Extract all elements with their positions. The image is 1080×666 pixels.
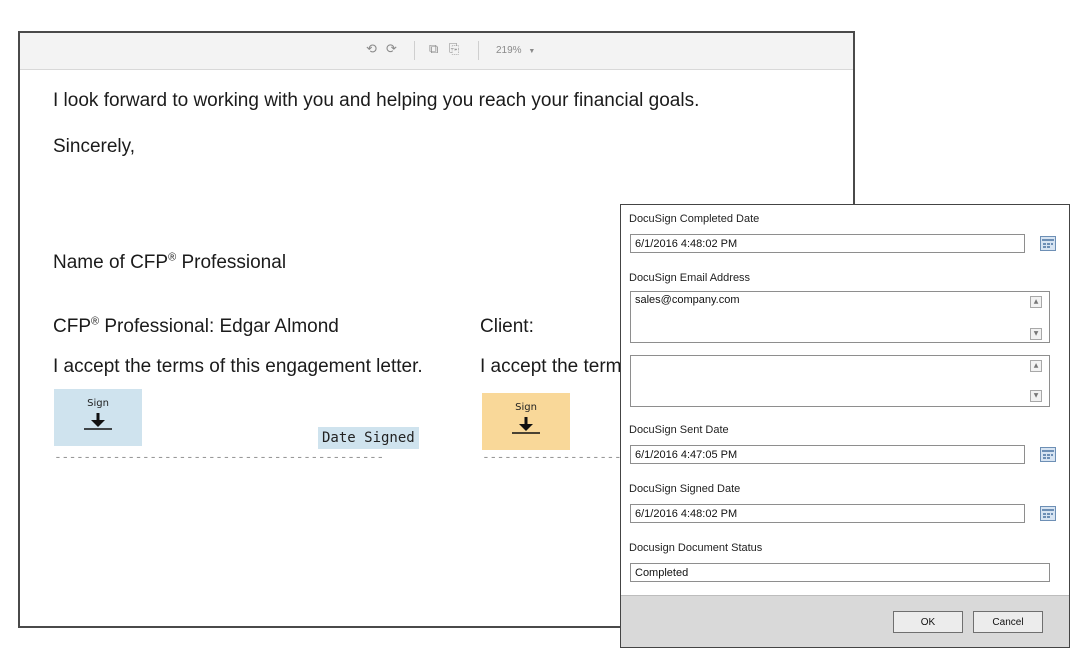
sign-tab-cfp[interactable]: Sign [54,389,142,446]
signed-date-label: DocuSign Signed Date [629,483,741,495]
dialog-footer: OK Cancel [621,595,1069,647]
download-arrow-icon [84,413,112,430]
paste-icon[interactable]: ⎘ [449,42,459,58]
redo-icon[interactable]: ⟳ [386,42,397,58]
document-toolbar: ⟲ ⟳ ⧉ ⎘ 219% ▼ [20,33,853,70]
scroll-down-icon[interactable]: ▼ [1030,328,1042,340]
cfp-professional-line: CFP® Professional: Edgar Almond [53,315,339,337]
copy-icon[interactable]: ⧉ [429,42,438,58]
cancel-button[interactable]: Cancel [973,611,1043,633]
calendar-icon[interactable] [1040,447,1056,462]
sign-tab-client[interactable]: Sign [482,393,570,450]
zoom-level: 219% [496,45,522,56]
signature-line-client: ------------------- [482,450,622,465]
completed-date-field[interactable]: 6/1/2016 4:48:02 PM [630,234,1025,253]
email-address-value: sales@company.com [635,294,740,306]
ok-button[interactable]: OK [893,611,963,633]
toolbar-divider [478,41,479,60]
name-of-cfp-label: Name of CFP® Professional [53,251,287,273]
signature-line-cfp: ----------------------------------------… [54,450,384,465]
unlabeled-textarea[interactable]: ▲ ▼ [630,355,1050,407]
sent-date-field[interactable]: 6/1/2016 4:47:05 PM [630,445,1025,464]
toolbar-divider [414,41,415,60]
chevron-down-icon: ▼ [528,48,536,55]
sign-label: Sign [515,402,537,413]
accept-terms-cfp: I accept the terms of this engagement le… [53,356,423,377]
date-signed-field[interactable]: Date Signed [318,427,419,449]
docusign-properties-dialog: DocuSign Completed Date 6/1/2016 4:48:02… [620,204,1070,648]
download-arrow-icon [512,417,540,434]
undo-icon[interactable]: ⟲ [366,42,377,58]
scroll-down-icon[interactable]: ▼ [1030,390,1042,402]
client-label: Client: [480,316,534,337]
sign-label: Sign [87,398,109,409]
scroll-up-icon[interactable]: ▲ [1030,296,1042,308]
zoom-dropdown[interactable]: 219% ▼ [496,44,535,59]
document-status-label: Docusign Document Status [629,542,763,554]
sent-date-label: DocuSign Sent Date [629,424,729,436]
document-status-field[interactable]: Completed [630,563,1050,582]
accept-terms-client: I accept the term [480,356,622,377]
calendar-icon[interactable] [1040,506,1056,521]
calendar-icon[interactable] [1040,236,1056,251]
scroll-up-icon[interactable]: ▲ [1030,360,1042,372]
letter-closing-line: I look forward to working with you and h… [53,90,700,111]
email-address-label: DocuSign Email Address [629,272,751,284]
letter-sincerely: Sincerely, [53,136,136,157]
signed-date-field[interactable]: 6/1/2016 4:48:02 PM [630,504,1025,523]
completed-date-label: DocuSign Completed Date [629,213,760,225]
email-address-textarea[interactable]: sales@company.com ▲ ▼ [630,291,1050,343]
